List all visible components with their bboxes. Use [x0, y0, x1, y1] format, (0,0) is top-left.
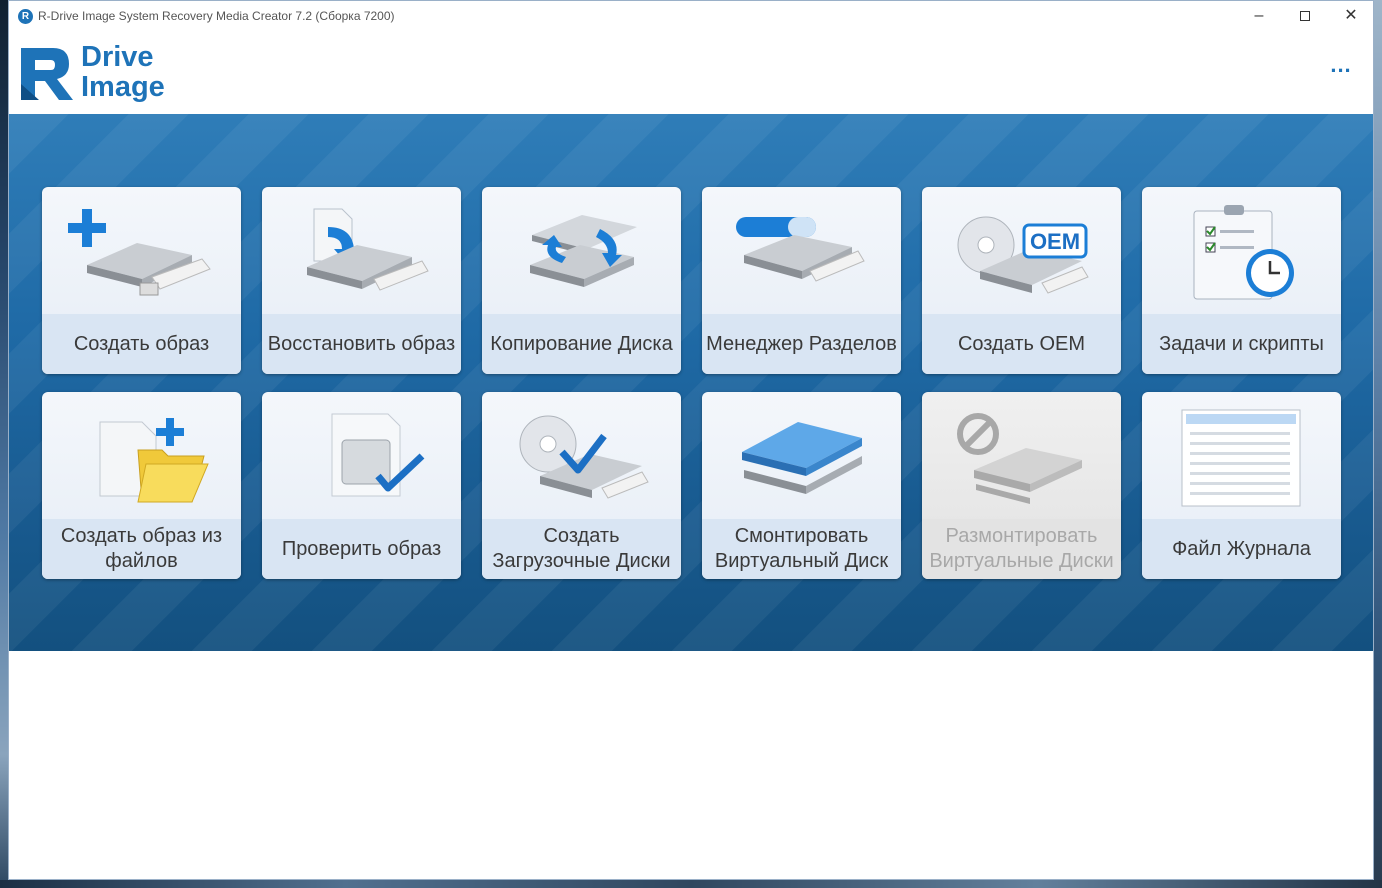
- create-oem-icon: OEM: [922, 187, 1121, 314]
- tile-log-file[interactable]: Файл Журнала: [1142, 392, 1341, 579]
- tile-label-area: Создать OEM: [922, 314, 1121, 374]
- tile-label-area: Восстановить образ: [262, 314, 461, 374]
- tile-check-image[interactable]: Проверить образ: [262, 392, 461, 579]
- tile-label: Создать образ: [73, 332, 210, 355]
- close-button[interactable]: ✕: [1328, 1, 1374, 32]
- tile-label-area: Менеджер Разделов: [702, 314, 901, 374]
- disk-copy-icon: [482, 187, 681, 314]
- tile-restore-image[interactable]: Восстановить образ: [262, 187, 461, 374]
- tile-label-area: Копирование Диска: [482, 314, 681, 374]
- tile-create-boot-disks[interactable]: Создать Загрузочные Диски: [482, 392, 681, 579]
- tile-label: Восстановить образ: [267, 332, 456, 355]
- more-options-button[interactable]: ...: [1327, 54, 1355, 82]
- tile-label-area: Размонтировать Виртуальные Диски: [922, 519, 1121, 579]
- log-file-icon: [1142, 392, 1341, 519]
- create-image-icon: [42, 187, 241, 314]
- partition-manager-icon: [702, 187, 901, 314]
- unmount-virtual-disks-icon: [922, 392, 1121, 519]
- restore-image-icon: [262, 187, 461, 314]
- window-title: R-Drive Image System Recovery Media Crea…: [38, 9, 395, 23]
- tile-label: Размонтировать Виртуальные Диски: [929, 525, 1114, 572]
- title-bar[interactable]: R R-Drive Image System Recovery Media Cr…: [9, 1, 1373, 32]
- create-image-from-files-icon: [42, 392, 241, 519]
- app-window: R R-Drive Image System Recovery Media Cr…: [8, 0, 1374, 880]
- r-drive-image-logo: Drive Image: [19, 41, 179, 104]
- tile-label: Менеджер Разделов: [706, 332, 897, 355]
- tile-unmount-virtual-disks: Размонтировать Виртуальные Диски: [922, 392, 1121, 579]
- app-header: Drive Image ...: [9, 32, 1373, 114]
- logo-r-icon: [21, 48, 73, 100]
- maximize-icon: [1300, 10, 1310, 21]
- tile-label-area: Смонтировать Виртуальный Диск: [702, 519, 901, 579]
- tile-label-area: Файл Журнала: [1142, 519, 1341, 579]
- tile-create-image[interactable]: Создать образ: [42, 187, 241, 374]
- logo-word-image: Image: [81, 71, 165, 103]
- tile-disk-copy[interactable]: Копирование Диска: [482, 187, 681, 374]
- tile-label: Создать OEM: [957, 332, 1086, 355]
- tile-label-area: Задачи и скрипты: [1142, 314, 1341, 374]
- create-boot-disks-icon: [482, 392, 681, 519]
- tile-label: Задачи и скрипты: [1159, 332, 1324, 355]
- tile-label: Создать образ из файлов: [60, 525, 223, 572]
- tile-label: Проверить образ: [281, 537, 442, 560]
- tile-partition-manager[interactable]: Менеджер Разделов: [702, 187, 901, 374]
- tile-label-area: Создать образ: [42, 314, 241, 374]
- minimize-button[interactable]: –: [1236, 1, 1282, 32]
- tile-label: Создать Загрузочные Диски: [492, 525, 671, 572]
- tile-label: Файл Журнала: [1172, 537, 1311, 560]
- tile-mount-virtual-disk[interactable]: Смонтировать Виртуальный Диск: [702, 392, 901, 579]
- empty-content-area: [9, 651, 1373, 879]
- desktop-background-bottom: [0, 880, 1382, 888]
- check-image-icon: [262, 392, 461, 519]
- tile-label: Смонтировать Виртуальный Диск: [714, 525, 889, 572]
- desktop-background-left: [0, 0, 8, 888]
- tile-create-oem[interactable]: OEM Создать OEM: [922, 187, 1121, 374]
- tile-label-area: Создать Загрузочные Диски: [482, 519, 681, 579]
- action-panel: Создать образ Восстановить образ Копиров…: [9, 114, 1373, 651]
- tile-create-image-from-files[interactable]: Создать образ из файлов: [42, 392, 241, 579]
- oem-badge-text: OEM: [1029, 229, 1081, 254]
- logo-word-drive: Drive: [81, 41, 154, 73]
- mount-virtual-disk-icon: [702, 392, 901, 519]
- app-icon: R: [18, 9, 33, 24]
- tile-label: Копирование Диска: [490, 332, 673, 355]
- tasks-scripts-icon: [1142, 187, 1341, 314]
- tile-label-area: Создать образ из файлов: [42, 519, 241, 579]
- desktop-background-right: [1374, 0, 1382, 888]
- maximize-button[interactable]: [1282, 1, 1328, 32]
- tile-label-area: Проверить образ: [262, 519, 461, 579]
- tile-tasks-scripts[interactable]: Задачи и скрипты: [1142, 187, 1341, 374]
